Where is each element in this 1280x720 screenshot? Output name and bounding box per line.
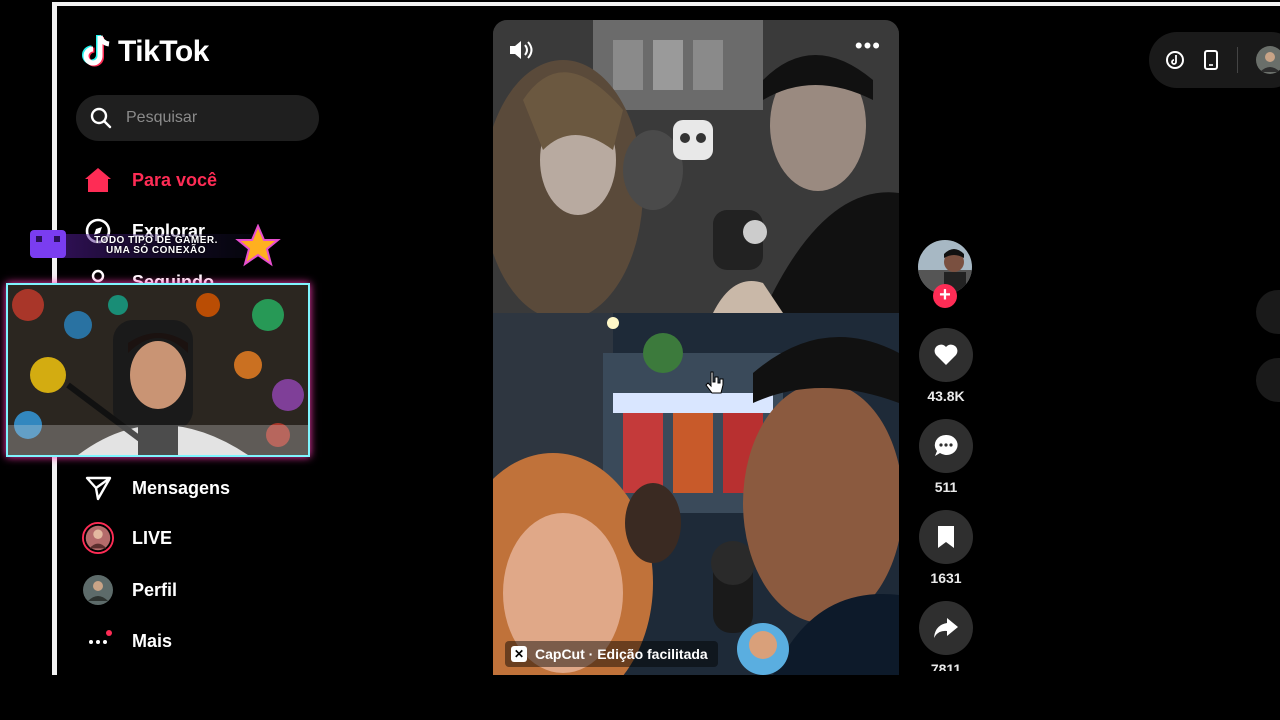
- comment-count: 511: [934, 479, 958, 495]
- toolbar-divider: [1237, 47, 1238, 73]
- webcam-overlay: [6, 283, 310, 457]
- share-count: 7811: [930, 661, 962, 671]
- user-avatar[interactable]: [1256, 46, 1280, 74]
- stream-banner-text: TODO TIPO DE GAMER. UMA SÓ CONEXÃO: [76, 236, 236, 256]
- share-button[interactable]: [919, 601, 973, 655]
- more-options-icon[interactable]: •••: [855, 35, 881, 57]
- nav-label: Mensagens: [132, 477, 231, 498]
- nav-label: Mais: [132, 630, 173, 651]
- share-action[interactable]: 7811: [918, 601, 974, 671]
- nav-label: Para você: [132, 169, 218, 190]
- save-button[interactable]: [919, 510, 973, 564]
- send-icon: [82, 472, 114, 504]
- like-button[interactable]: [919, 328, 973, 382]
- banner-line-2: UMA SÓ CONEXÃO: [106, 245, 206, 256]
- capcut-icon: ✕: [511, 646, 527, 662]
- nav-live[interactable]: LIVE: [82, 522, 172, 554]
- nav-label: LIVE: [132, 527, 173, 548]
- capcut-label: CapCut · Edição facilitada: [535, 646, 708, 662]
- logo-text: TikTok: [118, 35, 209, 68]
- top-right-toolbar: [1149, 32, 1280, 88]
- like-action[interactable]: 43.8K: [918, 328, 974, 404]
- mobile-icon[interactable]: [1203, 50, 1219, 70]
- search-box[interactable]: [76, 95, 319, 141]
- save-count: 1631: [930, 570, 962, 586]
- volume-icon[interactable]: [507, 38, 535, 62]
- share-arrow-icon: [934, 618, 958, 638]
- comment-action[interactable]: 511: [918, 419, 974, 495]
- nav-label: Perfil: [132, 579, 178, 600]
- like-count: 43.8K: [927, 388, 965, 404]
- search-input[interactable]: [124, 108, 308, 128]
- comment-icon: [934, 434, 958, 456]
- action-bar: + 43.8K 511 1631 7811: [918, 240, 974, 671]
- video-frame-bottom: [493, 313, 899, 675]
- mouse-cursor-icon: [705, 371, 724, 394]
- bookmark-icon: [938, 526, 954, 548]
- live-avatar: [82, 522, 114, 554]
- comment-button[interactable]: [919, 419, 973, 473]
- search-icon: [90, 107, 112, 129]
- video-frame-top: [493, 20, 899, 313]
- tiktok-note-icon: [82, 35, 110, 67]
- heart-icon: [934, 344, 958, 365]
- video-player[interactable]: ••• ✕ CapCut · Edição facilitada: [493, 20, 899, 675]
- webcam-feed: [8, 285, 308, 455]
- tiktok-logo[interactable]: TikTok: [82, 34, 209, 70]
- star-icon: [235, 224, 281, 267]
- capcut-watermark[interactable]: ✕ CapCut · Edição facilitada: [505, 641, 718, 667]
- save-action[interactable]: 1631: [918, 510, 974, 586]
- space-invader-icon: [30, 230, 66, 258]
- nav-para-voce[interactable]: Para você: [82, 164, 217, 196]
- skull-emoji: [673, 120, 713, 160]
- nav-mais[interactable]: Mais: [82, 625, 172, 657]
- nav-perfil[interactable]: Perfil: [82, 574, 177, 606]
- nav-mensagens[interactable]: Mensagens: [82, 472, 230, 504]
- profile-avatar: [82, 574, 114, 606]
- more-dots-icon: [82, 625, 114, 657]
- home-icon: [82, 164, 114, 196]
- coin-icon[interactable]: [1165, 50, 1185, 70]
- follow-plus-button[interactable]: +: [933, 284, 957, 308]
